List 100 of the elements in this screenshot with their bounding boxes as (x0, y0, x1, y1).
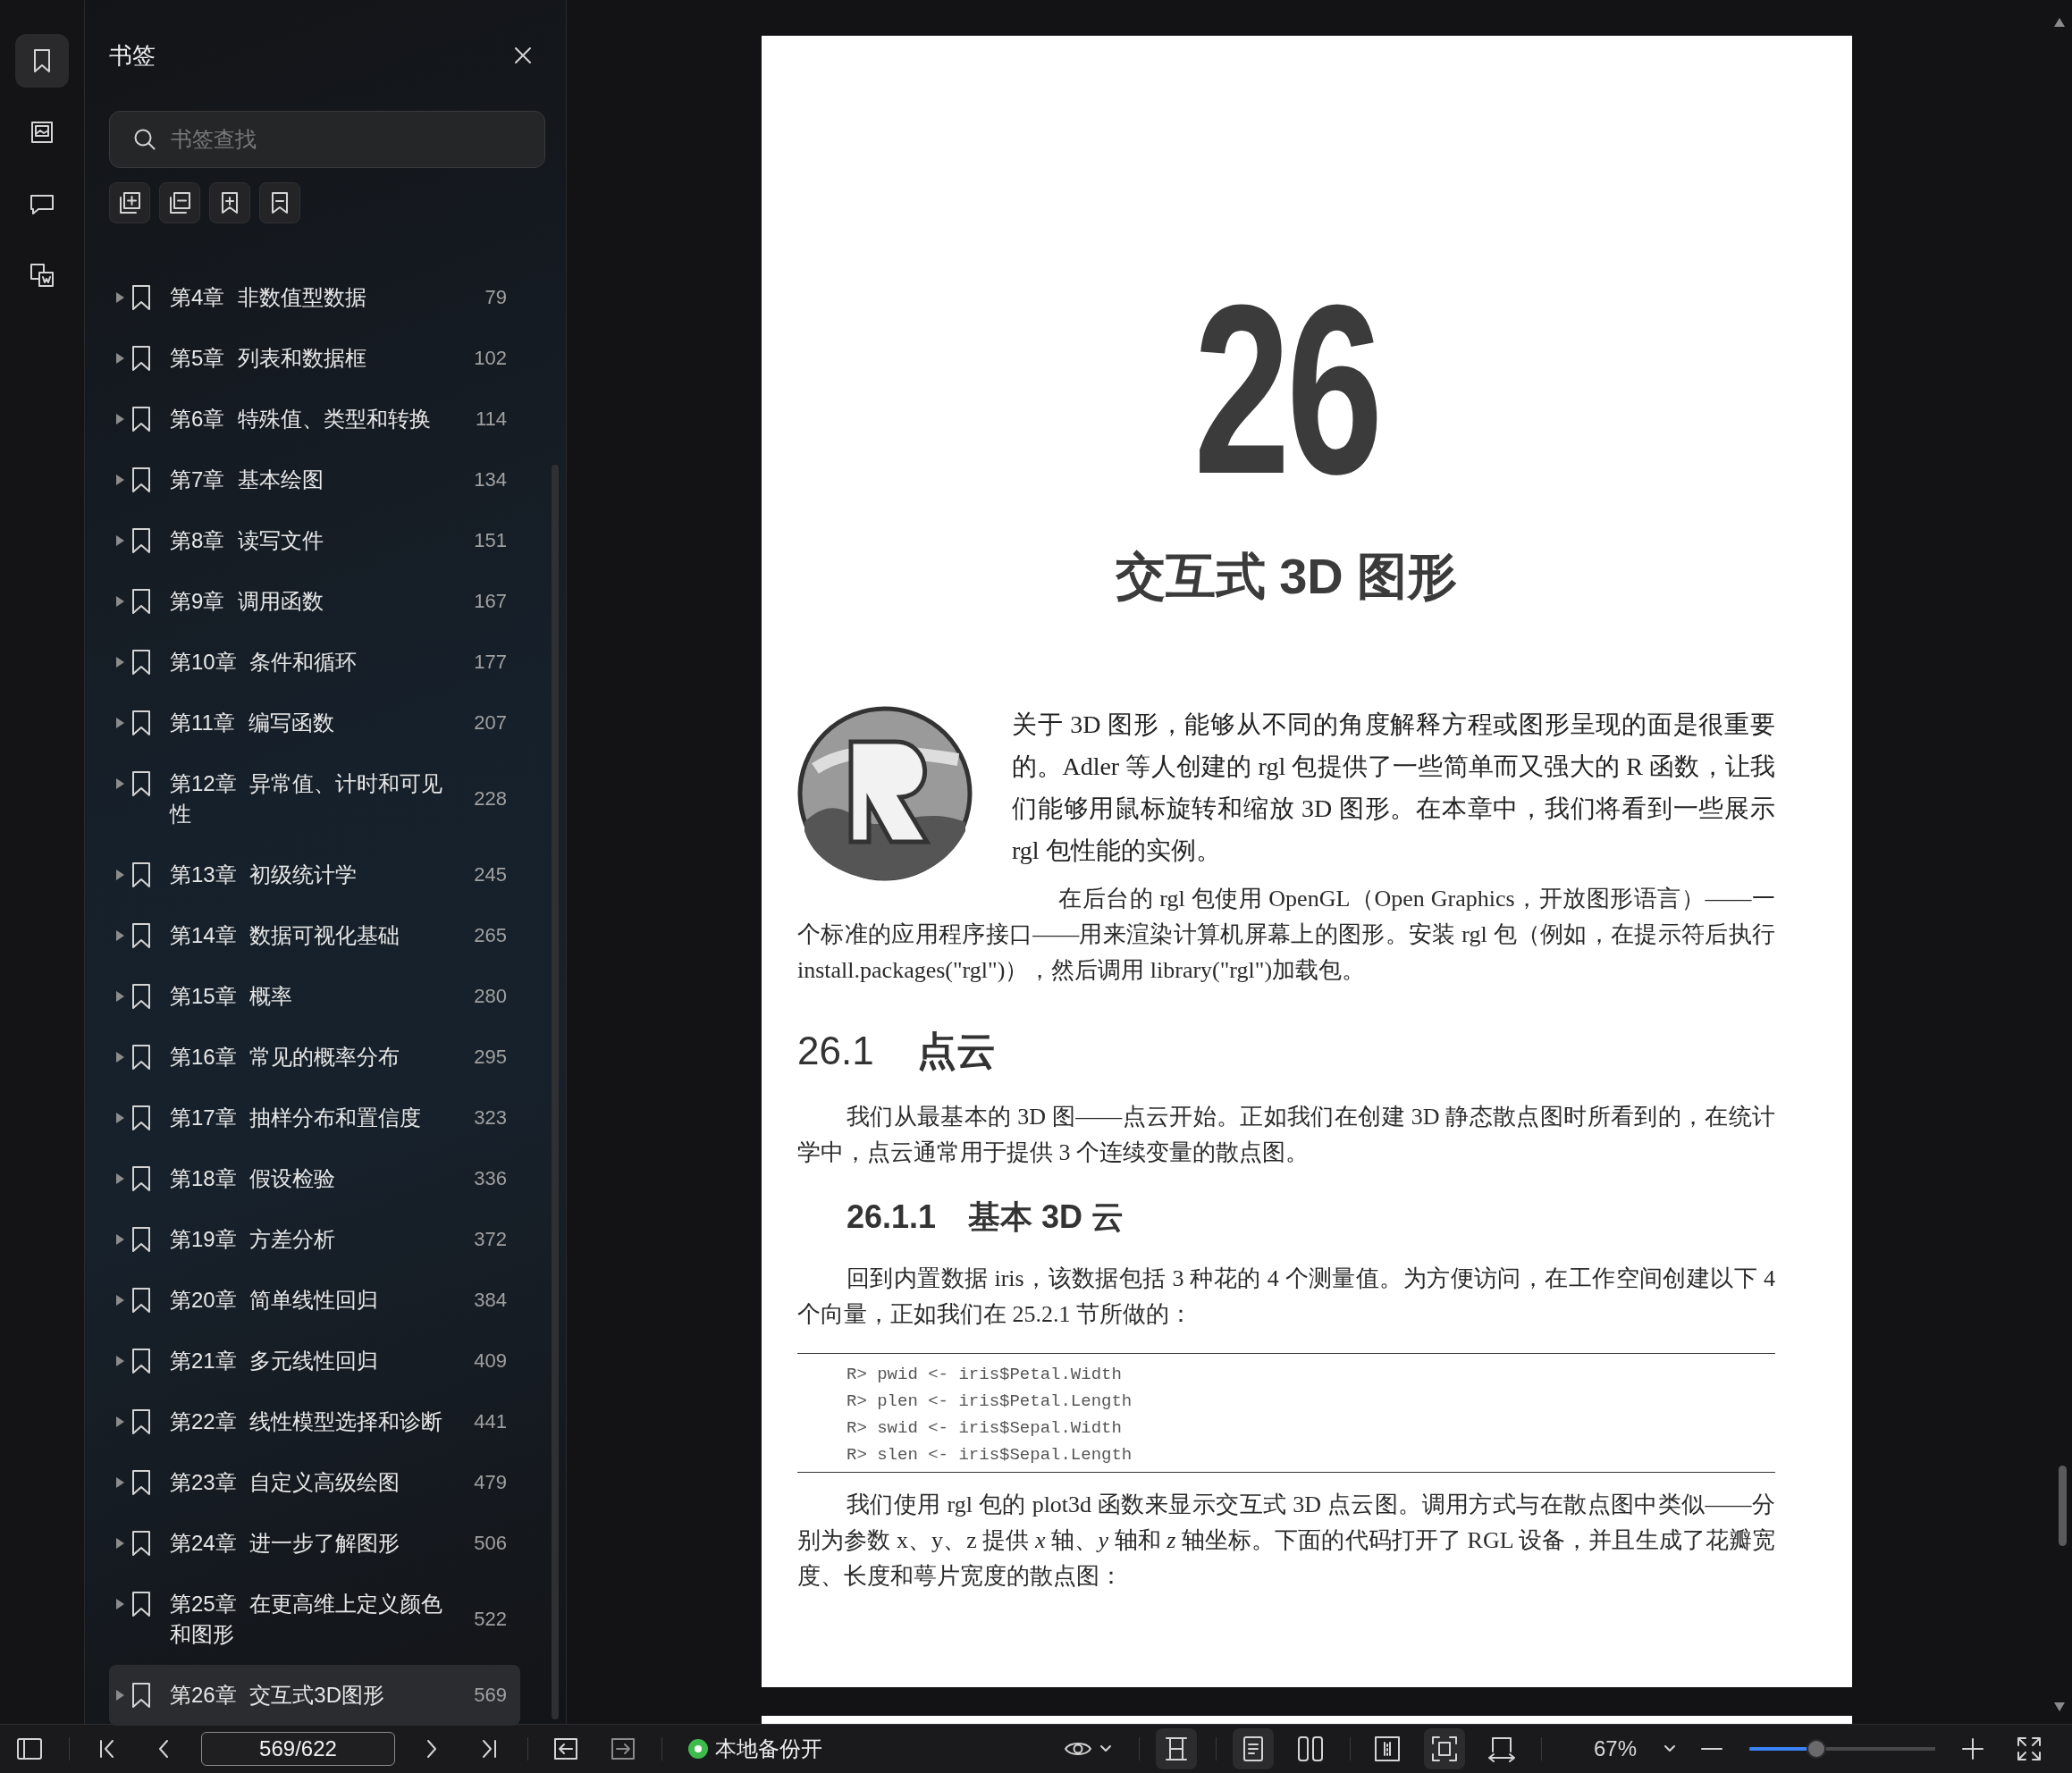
add-bookmark-button[interactable] (209, 182, 250, 223)
paragraph: 我们使用 rgl 包的 plot3d 函数来显示交互式 3D 点云图。调用方式与在散点图中类似——分别为参数 x、y、z 提供 x 轴、y 轴和 z 轴坐标。下面的代码打开了 RGL 设备，并且生成了花瓣宽度、长度和萼片宽度的散点图： (797, 1491, 1775, 1591)
bookmark-item[interactable]: 第26章 交互式3D图形 569 (109, 1665, 520, 1726)
page-number: 167 (474, 589, 507, 614)
collapse-all-button[interactable] (159, 182, 200, 223)
bookmark-label: 第13章 初级统计学 (170, 861, 358, 888)
bookmark-label: 第7章 基本绘图 (170, 466, 324, 493)
scroll-up-arrow-icon[interactable] (2054, 18, 2065, 27)
bookmark-item[interactable]: 第16章 常见的概率分布 295 (109, 1027, 520, 1088)
bookmark-icon (131, 527, 152, 554)
fit-page-button[interactable] (1424, 1728, 1465, 1769)
scroll-down-arrow-icon[interactable] (2054, 1702, 2065, 1711)
first-page-icon (98, 1738, 116, 1760)
bookmark-item[interactable]: 第22章 线性模型选择和诊断 441 (109, 1391, 520, 1452)
bookmark-item[interactable]: 第15章 概率 280 (109, 966, 520, 1027)
bookmark-label: 第10章 条件和循环 (170, 649, 358, 676)
bookmark-label: 第20章 简单线性回归 (170, 1287, 380, 1314)
expand-arrow-icon[interactable] (116, 1295, 124, 1306)
bookmark-tab[interactable] (15, 34, 69, 88)
page-number: 102 (474, 346, 507, 371)
bookmark-item[interactable]: 第21章 多元线性回归 409 (109, 1331, 520, 1391)
code-line: R> pwid <- iris$Petal.Width (846, 1364, 1122, 1386)
expand-arrow-icon[interactable] (116, 1113, 124, 1123)
bookmark-item[interactable]: 第6章 特殊值、类型和转换 114 (109, 389, 520, 450)
bookmark-icon (131, 770, 152, 797)
bookmark-label: 第16章 常见的概率分布 (170, 1044, 401, 1071)
bookmark-item[interactable]: 第11章 编写函数 207 (109, 693, 520, 753)
fullscreen-icon (2016, 1735, 2043, 1762)
expand-arrow-icon[interactable] (116, 475, 124, 485)
page-number: 479 (474, 1470, 507, 1495)
page-number: 79 (484, 285, 507, 310)
bookmark-label: 第15章 概率 (170, 983, 294, 1010)
search-field[interactable]: 书签查找 (109, 111, 545, 168)
expand-arrow-icon[interactable] (116, 1052, 124, 1063)
expand-arrow-icon[interactable] (116, 1356, 124, 1366)
bookmark-item[interactable]: 第4章 非数值型数据 79 (109, 267, 520, 328)
fit-width-icon (1487, 1735, 1517, 1762)
close-icon (513, 46, 533, 65)
expand-arrow-icon[interactable] (116, 535, 124, 546)
expand-arrow-icon[interactable] (116, 1538, 124, 1549)
expand-arrow-icon[interactable] (116, 596, 124, 607)
zoom-dropdown[interactable]: 67% (1578, 1728, 1676, 1769)
page-number-field[interactable]: 569/622 (201, 1732, 395, 1766)
bookmark-item[interactable]: 第7章 基本绘图 134 (109, 450, 520, 510)
page-number: 280 (474, 984, 507, 1009)
chapter-number: 26 (1193, 269, 1379, 510)
scrollbar-thumb[interactable] (2059, 1466, 2067, 1546)
bookmark-item[interactable]: 第14章 数据可视化基础 265 (109, 905, 520, 966)
page-number: 323 (474, 1105, 507, 1130)
expand-arrow-icon[interactable] (116, 1234, 124, 1245)
expand-arrow-icon[interactable] (116, 353, 124, 364)
section-heading: 点云 (916, 1028, 996, 1074)
expand-arrow-icon[interactable] (116, 414, 124, 424)
bookmark-item[interactable]: 第12章 异常值、计时和可见性 228 (109, 753, 520, 844)
bookmark-item[interactable]: 第17章 抽样分布和置信度 323 (109, 1088, 520, 1148)
expand-arrow-icon[interactable] (116, 1416, 124, 1427)
bookmark-item[interactable]: 第5章 列表和数据框 102 (109, 328, 520, 389)
fit-page-icon (1431, 1735, 1458, 1762)
bookmark-label: 第19章 方差分析 (170, 1226, 337, 1253)
expand-arrow-icon[interactable] (116, 1599, 124, 1609)
page-number: 522 (474, 1607, 507, 1632)
bookmark-item[interactable]: 第20章 简单线性回归 384 (109, 1270, 520, 1331)
bookmark-item[interactable]: 第23章 自定义高级绘图 479 (109, 1452, 520, 1513)
caret-icon (1099, 1744, 1112, 1753)
bookmark-label: 第23章 自定义高级绘图 (170, 1469, 401, 1496)
expand-arrow-icon[interactable] (116, 778, 124, 789)
expand-arrow-icon[interactable] (116, 718, 124, 728)
bookmark-item[interactable]: 第25章 在更高维上定义颜色和图形 522 (109, 1574, 520, 1665)
page-number: 409 (474, 1349, 507, 1374)
bookmark-icon (131, 1287, 152, 1314)
expand-arrow-icon[interactable] (116, 870, 124, 880)
expand-arrow-icon[interactable] (116, 930, 124, 941)
bookmark-item[interactable]: 第9章 调用函数 167 (109, 571, 520, 632)
bookmark-item[interactable]: 第19章 方差分析 372 (109, 1209, 520, 1270)
bookmark-icon (131, 1469, 152, 1496)
bookmark-icon (131, 1591, 152, 1618)
remove-bookmark-button[interactable] (259, 182, 300, 223)
expand-arrow-icon[interactable] (116, 1477, 124, 1488)
search-icon (133, 128, 156, 151)
scrollbar-thumb[interactable] (552, 465, 559, 1719)
bookmark-item[interactable]: 第24章 进一步了解图形 506 (109, 1513, 520, 1574)
continuous-scroll-button[interactable] (1156, 1728, 1197, 1769)
search-input[interactable]: 书签查找 (169, 126, 544, 153)
bookmark-item[interactable]: 第13章 初级统计学 245 (109, 844, 520, 905)
bookmark-label: 第22章 线性模型选择和诊断 (170, 1408, 444, 1435)
expand-arrow-icon[interactable] (116, 1173, 124, 1184)
code-line: R> plen <- iris$Petal.Length (846, 1391, 1133, 1413)
expand-all-button[interactable] (109, 182, 150, 223)
bookmark-item[interactable]: 第18章 假设检验 336 (109, 1148, 520, 1209)
bookmark-item[interactable]: 第8章 读写文件 151 (109, 510, 520, 571)
bookmark-icon (131, 1530, 152, 1557)
bookmark-label: 第25章 在更高维上定义颜色和图形 (170, 1591, 444, 1648)
single-page-button[interactable] (1233, 1728, 1274, 1769)
expand-arrow-icon[interactable] (116, 292, 124, 303)
expand-arrow-icon[interactable] (116, 1690, 124, 1701)
slider-thumb[interactable] (1806, 1739, 1826, 1759)
paragraph: 关于 3D 图形，能够从不同的角度解释方程或图形呈现的面是很重要的。Adler 等人创建的 rgl 包提供了一些简单而又强大的 R 函数，让我们能够用鼠标旋转和缩放 3D 图形。在本章中，我们将看到一些展示 rgl 包性能的实例。 (1012, 710, 1775, 866)
expand-arrow-icon[interactable] (116, 991, 124, 1002)
bookmark-item[interactable]: 第10章 条件和循环 177 (109, 632, 520, 693)
expand-arrow-icon[interactable] (116, 657, 124, 668)
